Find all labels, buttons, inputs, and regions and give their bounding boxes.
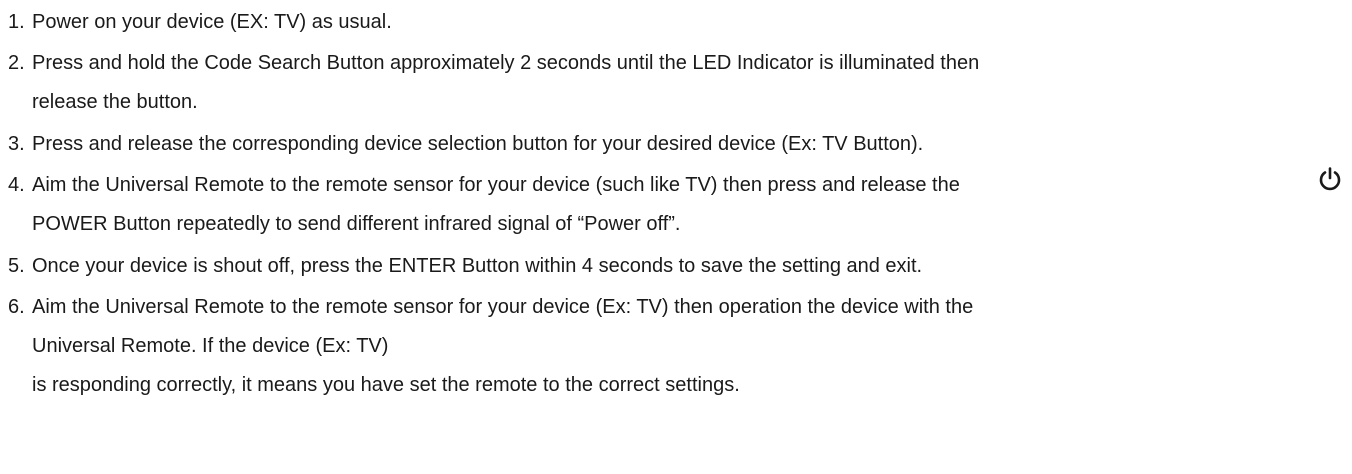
step-4: 4. Aim the Universal Remote to the remote… [8,173,960,197]
step-3: 3. Press and release the corresponding de… [8,132,923,156]
step-text: Aim the Universal Remote to the remote s… [32,174,960,196]
step-text: Once your device is shout off, press the… [32,255,923,277]
power-icon [1319,167,1341,191]
step-text: Power on your device (EX: TV) as usual. [32,11,392,33]
step-number: 5. [8,255,25,277]
step-number: 3. [8,133,25,155]
step-number: 4. [8,174,25,196]
step-6-continuation-1: Universal Remote. If the device (Ex: TV) [32,335,389,357]
step-5: 5. Once your device is shout off, press t… [8,254,922,278]
step-number: 2. [8,52,25,74]
step-6: 6. Aim the Universal Remote to the remote… [8,295,973,319]
step-1: 1. Power on your device (EX: TV) as usual… [8,10,392,34]
step-number: 6. [8,296,25,318]
step-2: 2. Press and hold the Code Search Button … [8,51,979,75]
step-text: Press and hold the Code Search Button ap… [32,52,980,74]
step-text: Aim the Universal Remote to the remote s… [32,296,974,318]
instruction-document: 1. Power on your device (EX: TV) as usual… [0,0,1352,474]
step-6-continuation-2: is responding correctly, it means you ha… [32,374,740,396]
step-2-continuation: release the button. [32,91,198,113]
step-4-continuation: POWER Button repeatedly to send differen… [32,213,681,235]
step-number: 1. [8,11,25,33]
step-text: Press and release the corresponding devi… [32,133,924,155]
